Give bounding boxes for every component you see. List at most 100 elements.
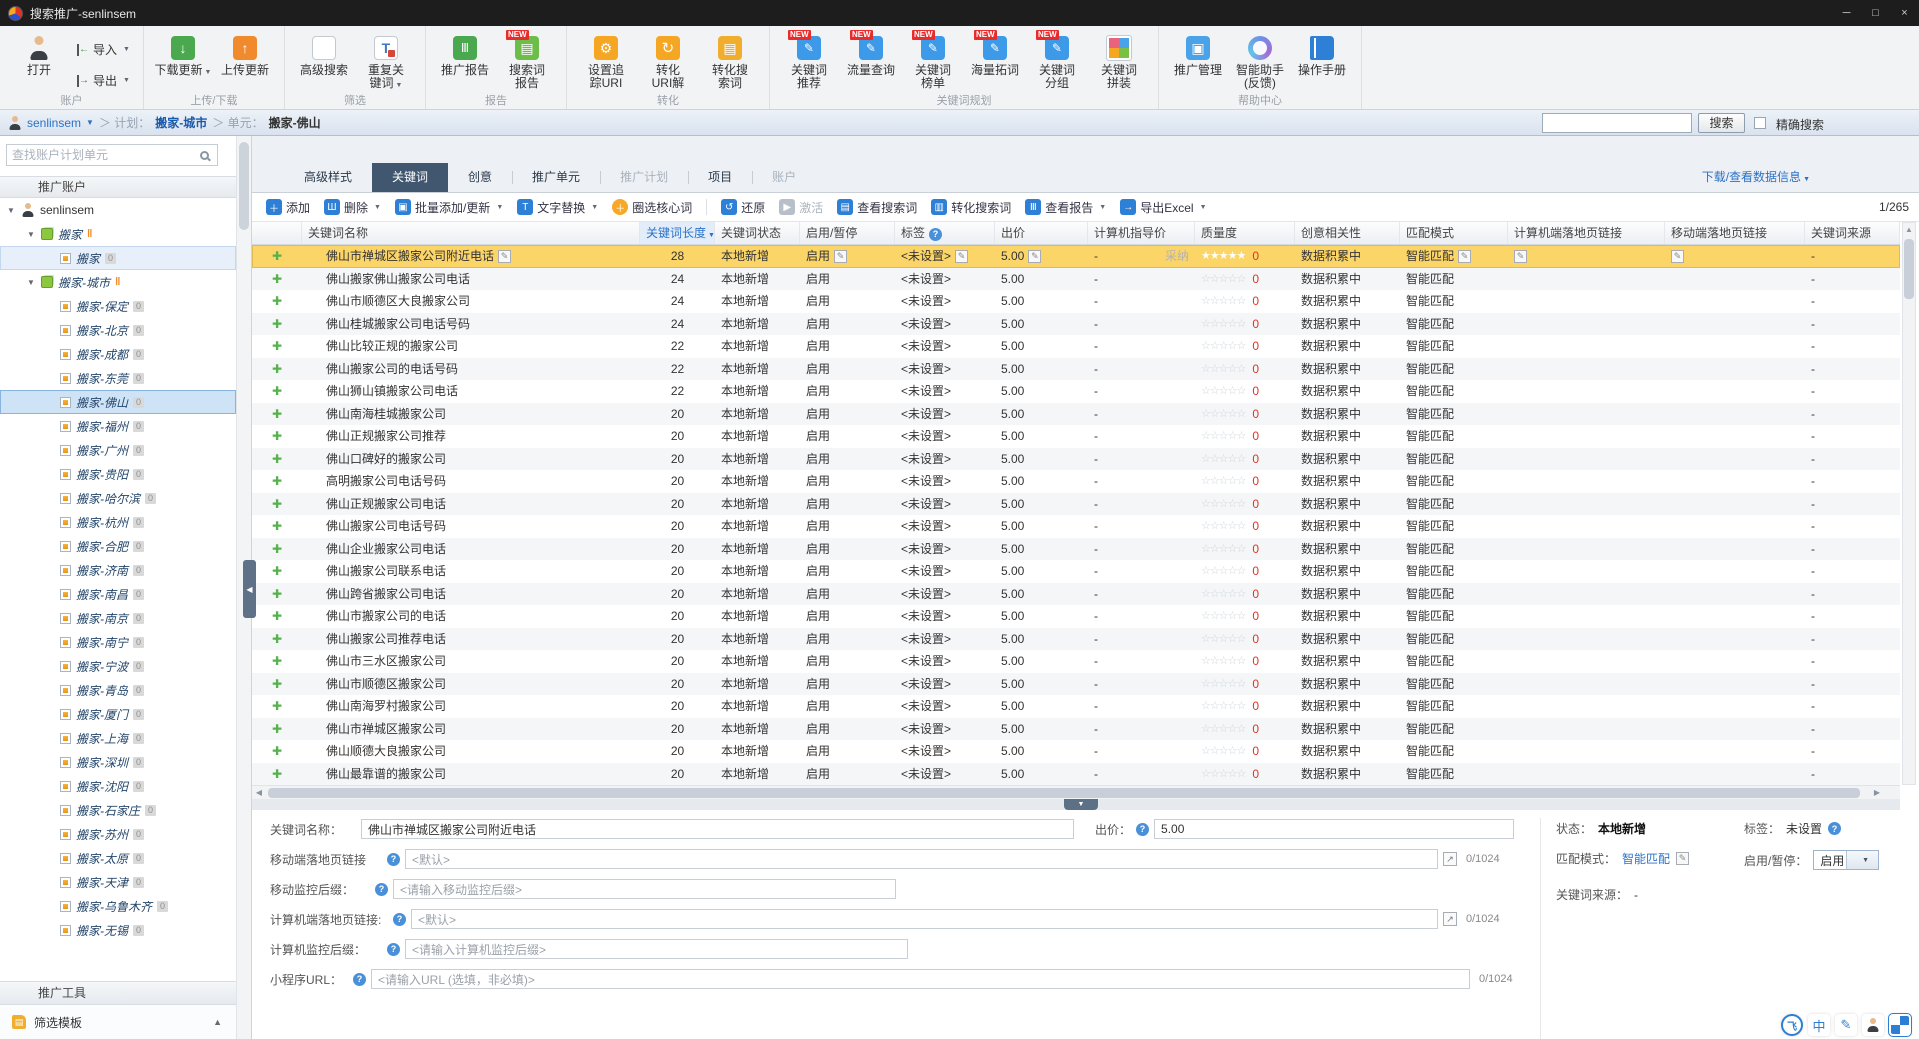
- add-keyword-cell[interactable]: ✚: [252, 335, 302, 358]
- column-header-关键词名称[interactable]: 关键词名称: [302, 222, 640, 244]
- add-keyword-cell[interactable]: ✚: [252, 403, 302, 426]
- plus-icon[interactable]: ✚: [272, 605, 282, 627]
- plus-icon[interactable]: ✚: [272, 763, 282, 785]
- ribbon-button[interactable]: ⚙ 设置追 踪URI: [575, 30, 637, 91]
- column-header-关键词状态[interactable]: 关键词状态: [715, 222, 800, 244]
- ribbon-button[interactable]: 操作手册: [1291, 30, 1353, 88]
- sidebar-collapse-handle[interactable]: ◀: [243, 560, 256, 618]
- ribbon-small-button[interactable]: → 导出 ▼: [72, 69, 135, 92]
- tab-高级样式[interactable]: 高级样式: [284, 163, 372, 192]
- ribbon-button[interactable]: 关键词 拼装: [1088, 30, 1150, 91]
- table-row[interactable]: ✚ 佛山搬家公司的电话号码 22 本地新增 启用 <未设置> 5.00 - ☆☆☆☆☆ 0 数据积累…: [252, 357, 1900, 381]
- search-button[interactable]: 搜索: [1698, 113, 1745, 133]
- column-header-创意相关性[interactable]: 创意相关性: [1295, 222, 1400, 244]
- add-keyword-cell[interactable]: ✚: [252, 763, 302, 786]
- adopt-link[interactable]: 采纳: [1165, 245, 1189, 267]
- tree-unit-搬家-南宁[interactable]: 搬家-南宁 0: [0, 630, 236, 654]
- ribbon-button[interactable]: ✎ NEW 流量查询: [840, 30, 902, 88]
- table-row[interactable]: ✚ 佛山口碑好的搬家公司 20 本地新增 启用 <未设置> 5.00 - ☆☆☆☆☆ 0 数据积累中…: [252, 447, 1900, 471]
- add-keyword-cell[interactable]: ✚: [252, 290, 302, 313]
- external-link-icon[interactable]: ↗: [1443, 852, 1457, 866]
- column-header-计算机端落地页链接[interactable]: 计算机端落地页链接: [1508, 222, 1665, 244]
- pc_suffix-input[interactable]: <请输入计算机监控后缀>: [405, 939, 908, 959]
- table-row[interactable]: ✚ 佛山市顺德区大良搬家公司 24 本地新增 启用 <未设置> 5.00 - ☆☆☆☆☆ 0 数据积…: [252, 290, 1900, 313]
- table-row[interactable]: ✚ 佛山搬家公司电话号码 20 本地新增 启用 <未设置> 5.00 - ☆☆☆☆☆ 0 数据积累中…: [252, 515, 1900, 538]
- plus-icon[interactable]: ✚: [272, 493, 282, 515]
- kw_name-input[interactable]: 佛山市禅城区搬家公司附近电话: [361, 819, 1074, 839]
- action-添加[interactable]: ＋ 添加: [266, 199, 310, 216]
- add-keyword-cell[interactable]: ✚: [252, 380, 302, 403]
- table-row[interactable]: ✚ 佛山跨省搬家公司电话 20 本地新增 启用 <未设置> 5.00 - ☆☆☆☆☆ 0 数据积累中…: [252, 582, 1900, 605]
- edit-icon[interactable]: ✎: [834, 249, 848, 263]
- plus-icon[interactable]: ✚: [272, 515, 282, 537]
- tab-关键词[interactable]: 关键词: [372, 163, 449, 192]
- plus-icon[interactable]: ✚: [272, 628, 282, 650]
- tree-campaign-搬家-城市[interactable]: ▼ 搬家-城市 ‖: [0, 270, 236, 294]
- edit-icon[interactable]: ✎: [955, 249, 969, 263]
- plus-icon[interactable]: ✚: [272, 740, 282, 762]
- tree-unit-搬家-广州[interactable]: 搬家-广州 0: [0, 438, 236, 462]
- ribbon-button[interactable]: ▤ NEW 搜索词 报告: [496, 30, 558, 91]
- vertical-scrollbar-thumb[interactable]: [1904, 239, 1914, 299]
- ribbon-small-button[interactable]: ← 导入 ▼: [72, 38, 135, 61]
- add-keyword-cell[interactable]: ✚: [252, 245, 302, 268]
- tree-unit-搬家-济南[interactable]: 搬家-济南 0: [0, 558, 236, 582]
- tree-unit-搬家-青岛[interactable]: 搬家-青岛 0: [0, 678, 236, 702]
- plus-icon[interactable]: ✚: [272, 448, 282, 470]
- tab-创意[interactable]: 创意: [448, 163, 512, 192]
- tab-推广计划[interactable]: 推广计划: [600, 163, 688, 192]
- table-row[interactable]: ✚ 佛山桂城搬家公司电话号码 24 本地新增 启用 <未设置> 5.00 - ☆☆☆☆☆ 0 数据积…: [252, 312, 1900, 336]
- download-view-data-link[interactable]: 下载/查看数据信息 ▼: [1702, 168, 1810, 185]
- ribbon-button[interactable]: ✎ NEW 关键词 推荐: [778, 30, 840, 91]
- table-row[interactable]: ✚ 佛山最靠谱的搬家公司 20 本地新增 启用 <未设置> 5.00 - ☆☆☆☆☆ 0 数据积累中…: [252, 762, 1900, 786]
- add-keyword-cell[interactable]: ✚: [252, 448, 302, 471]
- mobile_link-input[interactable]: <默认>: [405, 849, 1438, 869]
- plus-icon[interactable]: ✚: [272, 673, 282, 695]
- bid-input[interactable]: 5.00: [1154, 819, 1515, 839]
- action-转化搜索词[interactable]: ▥ 转化搜索词: [931, 199, 1011, 216]
- expander-icon[interactable]: ▼: [26, 230, 36, 239]
- action-删除[interactable]: Ш 删除 ▼: [324, 199, 381, 216]
- maximize-button[interactable]: □: [1861, 0, 1890, 26]
- ime-grid-icon[interactable]: ▦: [1888, 1013, 1912, 1037]
- tree-unit-搬家-南京[interactable]: 搬家-南京 0: [0, 606, 236, 630]
- search-icon[interactable]: [200, 150, 209, 160]
- exact-search-checkbox[interactable]: [1754, 117, 1766, 129]
- mobile_suffix-input[interactable]: <请输入移动监控后缀>: [393, 879, 896, 899]
- tree-unit-搬家-哈尔滨[interactable]: 搬家-哈尔滨 0: [0, 486, 236, 510]
- table-row[interactable]: ✚ 佛山顺德大良搬家公司 20 本地新增 启用 <未设置> 5.00 - ☆☆☆☆☆ 0 数据积累中…: [252, 740, 1900, 763]
- edit-icon[interactable]: ✎: [1671, 249, 1684, 263]
- plus-icon[interactable]: ✚: [272, 650, 282, 672]
- scroll-left-icon[interactable]: ◀: [252, 786, 266, 799]
- splitter-collapse-button[interactable]: ▼: [1064, 799, 1098, 810]
- plus-icon[interactable]: ✚: [272, 560, 282, 582]
- expander-icon[interactable]: ▼: [26, 278, 36, 287]
- tab-推广单元[interactable]: 推广单元: [512, 163, 600, 192]
- plus-icon[interactable]: ✚: [272, 313, 282, 335]
- plus-icon[interactable]: ✚: [272, 695, 282, 717]
- tree-unit-搬家-天津[interactable]: 搬家-天津 0: [0, 870, 236, 894]
- table-row[interactable]: ✚ 佛山市顺德区搬家公司 20 本地新增 启用 <未设置> 5.00 - ☆☆☆☆☆ 0 数据积累中…: [252, 672, 1900, 695]
- action-查看报告[interactable]: Ⅲ 查看报告 ▼: [1025, 199, 1106, 216]
- table-row[interactable]: ✚ 佛山南海罗村搬家公司 20 本地新增 启用 <未设置> 5.00 - ☆☆☆☆☆ 0 数据积累中…: [252, 695, 1900, 718]
- table-row[interactable]: ✚ 佛山狮山镇搬家公司电话 22 本地新增 启用 <未设置> 5.00 - ☆☆☆☆☆ 0 数据积累…: [252, 380, 1900, 403]
- table-row[interactable]: ✚ 佛山搬家公司推荐电话 20 本地新增 启用 <未设置> 5.00 - ☆☆☆☆☆ 0 数据积累中…: [252, 627, 1900, 650]
- tree-unit-搬家-深圳[interactable]: 搬家-深圳 0: [0, 750, 236, 774]
- plus-icon[interactable]: ✚: [272, 245, 282, 267]
- table-row[interactable]: ✚ 佛山比较正规的搬家公司 22 本地新增 启用 <未设置> 5.00 - ☆☆☆☆☆ 0 数据积累…: [252, 335, 1900, 358]
- tree-unit-搬家-佛山[interactable]: 搬家-佛山 0: [0, 390, 236, 414]
- ime-logo-icon[interactable]: 飞: [1781, 1014, 1803, 1036]
- external-link-icon[interactable]: ↗: [1443, 912, 1457, 926]
- plus-icon[interactable]: ✚: [272, 268, 282, 290]
- add-keyword-cell[interactable]: ✚: [252, 313, 302, 336]
- vertical-scrollbar[interactable]: ▲: [1902, 222, 1916, 785]
- add-keyword-cell[interactable]: ✚: [252, 538, 302, 561]
- action-批量添加/更新[interactable]: ▣ 批量添加/更新 ▼: [394, 199, 503, 216]
- table-row[interactable]: ✚ 佛山市三水区搬家公司 20 本地新增 启用 <未设置> 5.00 - ☆☆☆☆☆ 0 数据积累中…: [252, 650, 1900, 673]
- tree-unit-搬家-太原[interactable]: 搬家-太原 0: [0, 846, 236, 870]
- match-mode-value[interactable]: 智能匹配: [1622, 850, 1670, 867]
- sidebar-tools-header[interactable]: 推广工具: [0, 981, 236, 1005]
- plus-icon[interactable]: ✚: [272, 380, 282, 402]
- add-keyword-cell[interactable]: ✚: [252, 605, 302, 628]
- add-keyword-cell[interactable]: ✚: [252, 358, 302, 381]
